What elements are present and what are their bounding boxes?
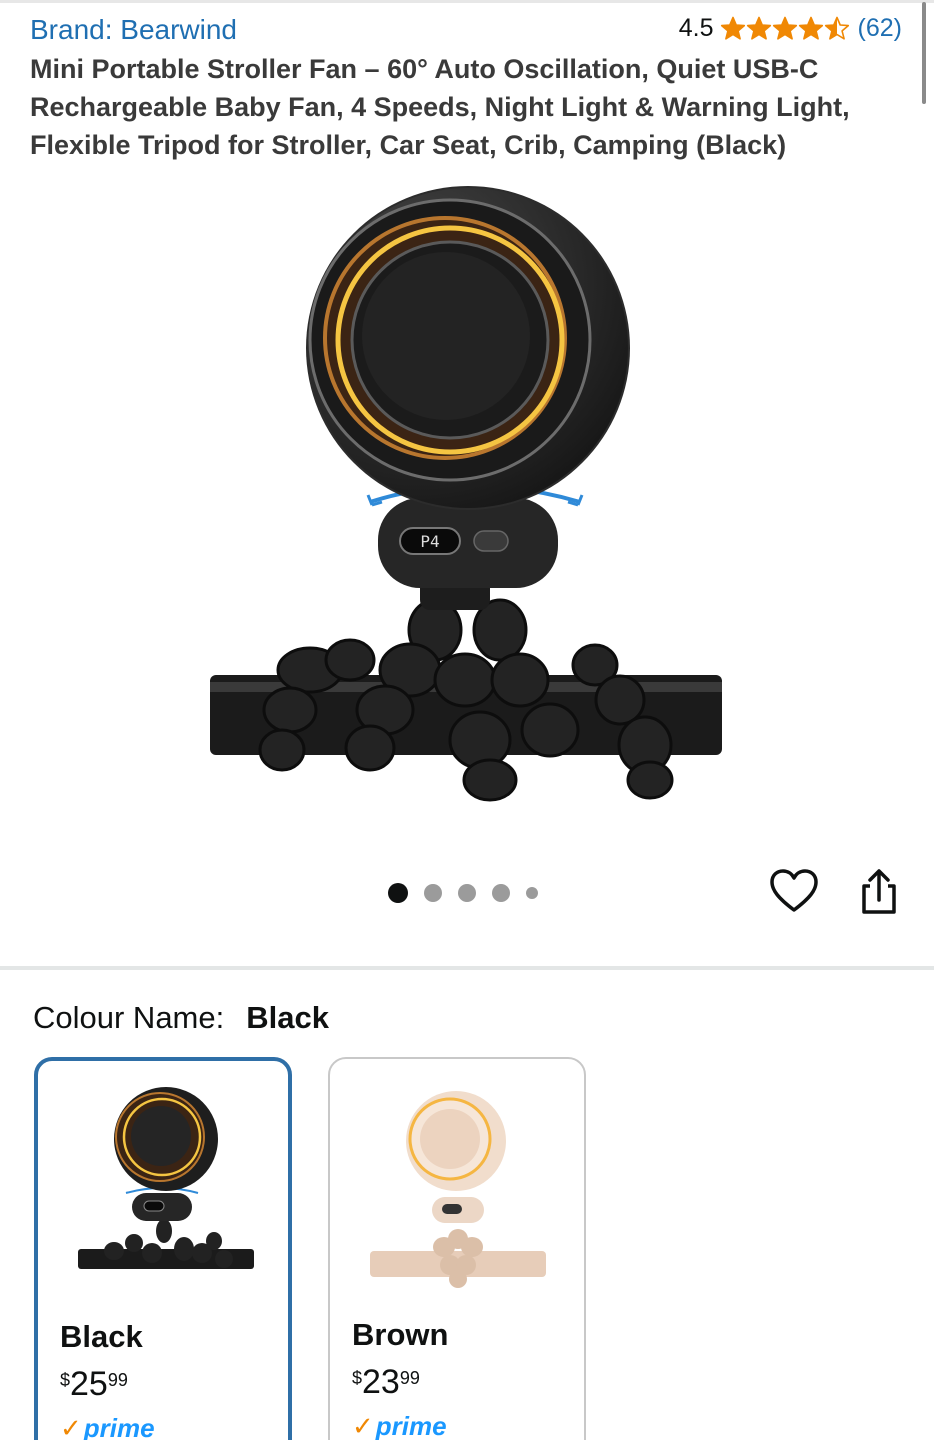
option-name: Black — [60, 1319, 143, 1354]
stroller-fan-image: P4 — [210, 186, 722, 802]
star-full-icon — [798, 16, 823, 40]
prime-label: prime — [83, 1413, 155, 1440]
rating-value: 4.5 — [678, 14, 714, 42]
price-symbol: $ — [60, 1370, 71, 1390]
brand-rating-row: Brand: Bearwind 4.5 (62) — [30, 12, 902, 48]
brand-link[interactable]: Brand: Bearwind — [30, 14, 237, 46]
colour-selected-value: Black — [246, 1000, 329, 1035]
star-full-icon — [772, 16, 797, 40]
share-icon — [862, 869, 896, 914]
price-fraction: 99 — [399, 1368, 420, 1388]
star-full-icon — [720, 16, 745, 40]
star-half-icon — [824, 16, 849, 40]
price-symbol: $ — [352, 1368, 363, 1388]
price-whole: 23 — [362, 1363, 400, 1401]
scrollbar-thumb[interactable] — [922, 2, 926, 104]
colour-option-brown[interactable]: Brown $23 99 ✓ prime — [328, 1057, 586, 1440]
carousel-dot[interactable] — [388, 883, 408, 903]
image-carousel-dots — [388, 883, 554, 903]
option-price: $23 99 — [352, 1363, 420, 1401]
carousel-dot[interactable] — [424, 884, 442, 902]
carousel-dot[interactable] — [492, 884, 510, 902]
carousel-dot[interactable] — [458, 884, 476, 902]
price-whole: 25 — [70, 1365, 108, 1403]
black-fan-thumbnail — [78, 1087, 254, 1269]
prime-badge: ✓ prime — [60, 1413, 155, 1440]
prime-check-icon: ✓ — [352, 1411, 374, 1440]
section-divider — [0, 966, 934, 970]
carousel-dot[interactable] — [526, 887, 538, 899]
rating-summary[interactable]: 4.5 (62) — [679, 14, 902, 43]
price-fraction: 99 — [107, 1370, 128, 1390]
option-name: Brown — [352, 1317, 449, 1352]
rating-count-link[interactable]: (62) — [858, 14, 902, 43]
share-button[interactable] — [852, 866, 904, 918]
add-to-list-button[interactable] — [768, 866, 820, 918]
colour-label-text: Colour Name: — [33, 1000, 225, 1035]
prime-check-icon: ✓ — [60, 1413, 82, 1440]
product-image[interactable]: P4 — [200, 180, 740, 820]
option-price: $25 99 — [60, 1365, 128, 1403]
product-title: Mini Portable Stroller Fan – 60° Auto Os… — [30, 54, 850, 160]
star-rating — [720, 16, 850, 42]
colour-selector-label: Colour Name: Black — [33, 1000, 329, 1036]
brown-fan-thumbnail — [370, 1091, 546, 1288]
star-full-icon — [746, 16, 771, 40]
prime-badge: ✓ prime — [352, 1411, 447, 1440]
colour-option-black[interactable]: Black $25 99 ✓ prime — [34, 1057, 292, 1440]
heart-icon — [770, 869, 818, 912]
prime-label: prime — [375, 1411, 447, 1440]
top-divider — [0, 0, 934, 3]
fan-display-readout: P4 — [420, 532, 439, 551]
